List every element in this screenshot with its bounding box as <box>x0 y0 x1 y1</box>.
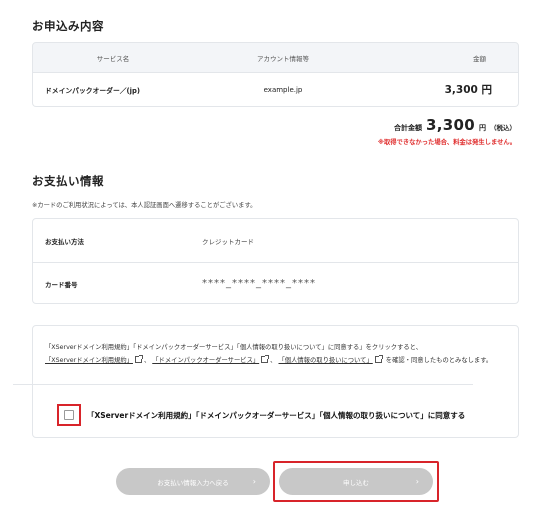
external-link-icon <box>134 355 143 363</box>
back-button-label: お支払い情報入力へ戻る <box>157 478 229 487</box>
col-amount: 金額 <box>473 54 486 63</box>
agree-checkbox-highlight[interactable] <box>57 404 81 426</box>
terms-link-privacy[interactable]: 「個人情報の取り扱いについて」 <box>278 357 372 364</box>
total-label: 合計金額 <box>394 124 423 132</box>
total-tax-note: （税込） <box>490 124 516 132</box>
col-service-name: サービス名 <box>96 54 130 63</box>
card-number-label: カード番号 <box>45 280 78 289</box>
terms-tail: を確認・同意したものとみなします。 <box>385 356 493 364</box>
total-amount: 3,300 <box>426 116 475 134</box>
terms-separator: 、 <box>270 356 277 364</box>
service-name-cell: ドメインパックオーダー／(jp) <box>45 86 140 95</box>
agree-checkbox-label[interactable]: 「XServerドメイン利用規約」「ドメインパックオーダーサービス」「個人情報の… <box>87 410 465 421</box>
col-account-info: アカウント情報等 <box>257 54 309 63</box>
table-row: ドメインパックオーダー／(jp) example.jp 3,300 円 <box>32 73 519 107</box>
order-table-header: サービス名 アカウント情報等 金額 <box>32 42 519 73</box>
back-to-payment-button[interactable]: お支払い情報入力へ戻る › <box>116 468 270 495</box>
chevron-right-icon: › <box>252 477 256 486</box>
account-info-cell: example.jp <box>263 85 303 94</box>
terms-separator: 、 <box>143 356 151 364</box>
total-unit: 円 <box>479 124 486 132</box>
card-number-row: カード番号 ****_****_****_**** <box>33 262 518 305</box>
payment-method-value: クレジットカード <box>202 237 254 246</box>
amount-cell: 3,300 円 <box>444 84 492 96</box>
payment-method-row: お支払い方法 クレジットカード <box>33 219 518 262</box>
order-total: 合計金額 3,300 円 （税込） <box>394 116 516 134</box>
submit-button-highlight <box>273 461 439 502</box>
order-section-title: お申込み内容 <box>32 19 104 33</box>
terms-paragraph: 「XServerドメイン利用規約」 「ドメインパックオーダーサービス」 「個人情報の… <box>45 342 505 367</box>
payment-info-card: お支払い方法 クレジットカード カード番号 ****_****_****_***… <box>32 218 519 304</box>
terms-divider <box>13 384 473 385</box>
payment-section-title: お支払い情報 <box>32 174 104 188</box>
card-number-value: ****_****_****_**** <box>202 278 316 289</box>
external-link-icon <box>261 355 270 363</box>
external-link-icon <box>374 355 383 363</box>
terms-link-xserver[interactable]: 「XServerドメイン利用規約」 <box>45 357 133 364</box>
agree-checkbox[interactable] <box>64 410 74 420</box>
terms-intro: 「XServerドメイン利用規約」「ドメインパックオーダーサービス」「個人情報の… <box>45 344 423 351</box>
payment-note: ※カードのご利用状況によっては、本人認証画面へ遷移することがございます。 <box>32 202 257 209</box>
payment-method-label: お支払い方法 <box>45 237 84 246</box>
fee-warning: ※取得できなかった場合、料金は発生しません。 <box>377 139 516 146</box>
terms-link-domain-pack[interactable]: 「ドメインパックオーダーサービス」 <box>152 357 259 364</box>
